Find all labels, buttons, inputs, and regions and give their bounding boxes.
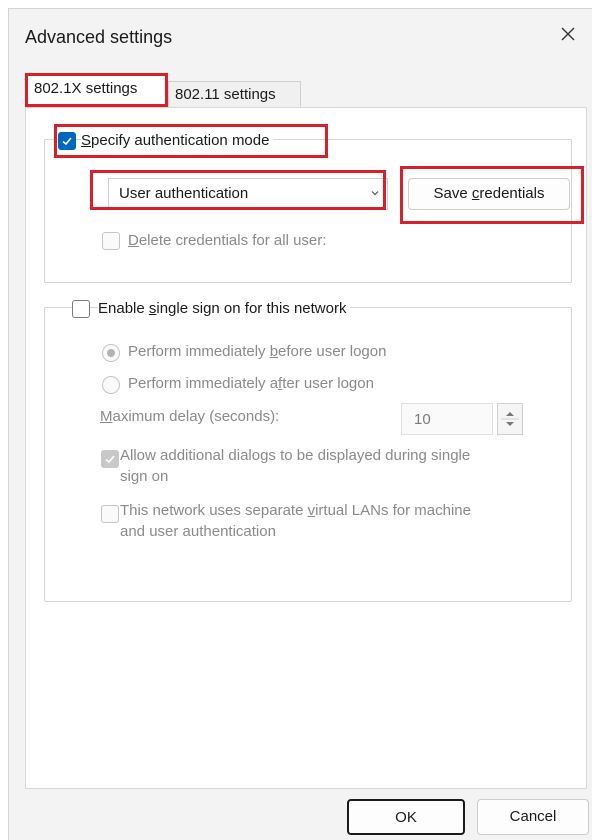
- authentication-group: [44, 139, 572, 283]
- cancel-button[interactable]: Cancel: [477, 799, 589, 835]
- auth-mode-value: User authentication: [119, 185, 249, 202]
- chevron-down-icon: [371, 191, 379, 196]
- allow-dialogs-line2: sign on: [120, 468, 169, 485]
- perform-after-logon-label: Perform immediately after user logon: [128, 375, 374, 392]
- separate-vlans-line1: This network uses separate virtual LANs …: [120, 502, 471, 519]
- dialog-title: Advanced settings: [25, 27, 173, 47]
- allow-dialogs-line1: Allow additional dialogs to be displayed…: [120, 447, 471, 464]
- close-button[interactable]: [543, 9, 592, 59]
- separate-vlans-label: This network uses separate virtual LANs …: [120, 500, 471, 542]
- allow-dialogs-label: Allow additional dialogs to be displayed…: [120, 445, 470, 487]
- radio-dot-icon: [107, 349, 115, 357]
- perform-after-logon-radio[interactable]: [102, 376, 120, 394]
- separate-vlans-line2: and user authentication: [120, 523, 276, 540]
- tab-8021x-settings[interactable]: 802.1X settings: [25, 73, 168, 107]
- advanced-settings-dialog: Advanced settings 802.11 settings 802.1X…: [8, 8, 592, 840]
- max-delay-input[interactable]: 10: [401, 403, 493, 435]
- close-icon: [561, 27, 575, 41]
- save-credentials-button[interactable]: Save credentials: [408, 178, 570, 210]
- checkmark-icon: [62, 137, 72, 146]
- perform-before-logon-label: Perform immediately before user logon: [128, 343, 387, 360]
- separate-vlans-checkbox[interactable]: [101, 505, 119, 523]
- auth-mode-select[interactable]: User authentication: [108, 178, 388, 210]
- allow-dialogs-checkbox[interactable]: [101, 450, 119, 468]
- checkmark-icon: [105, 455, 115, 464]
- specify-auth-mode-label: Specify authentication mode: [81, 132, 274, 149]
- enable-sso-label: Enable single sign on for this network: [98, 300, 351, 317]
- title-bar: Advanced settings: [9, 9, 592, 63]
- delete-credentials-label: Delete credentials for all user:: [128, 232, 327, 249]
- ok-button[interactable]: OK: [347, 799, 465, 835]
- perform-before-logon-radio[interactable]: [102, 344, 120, 362]
- delete-credentials-checkbox[interactable]: [102, 232, 120, 250]
- specify-auth-mode-checkbox[interactable]: [58, 132, 76, 150]
- max-delay-spinner[interactable]: [497, 403, 523, 435]
- max-delay-value: 10: [414, 411, 431, 428]
- tab-80211-settings[interactable]: 802.11 settings: [168, 81, 301, 109]
- spinner-arrows-icon: [501, 412, 519, 426]
- max-delay-label: Maximum delay (seconds):: [100, 408, 280, 425]
- enable-sso-checkbox[interactable]: [72, 300, 90, 318]
